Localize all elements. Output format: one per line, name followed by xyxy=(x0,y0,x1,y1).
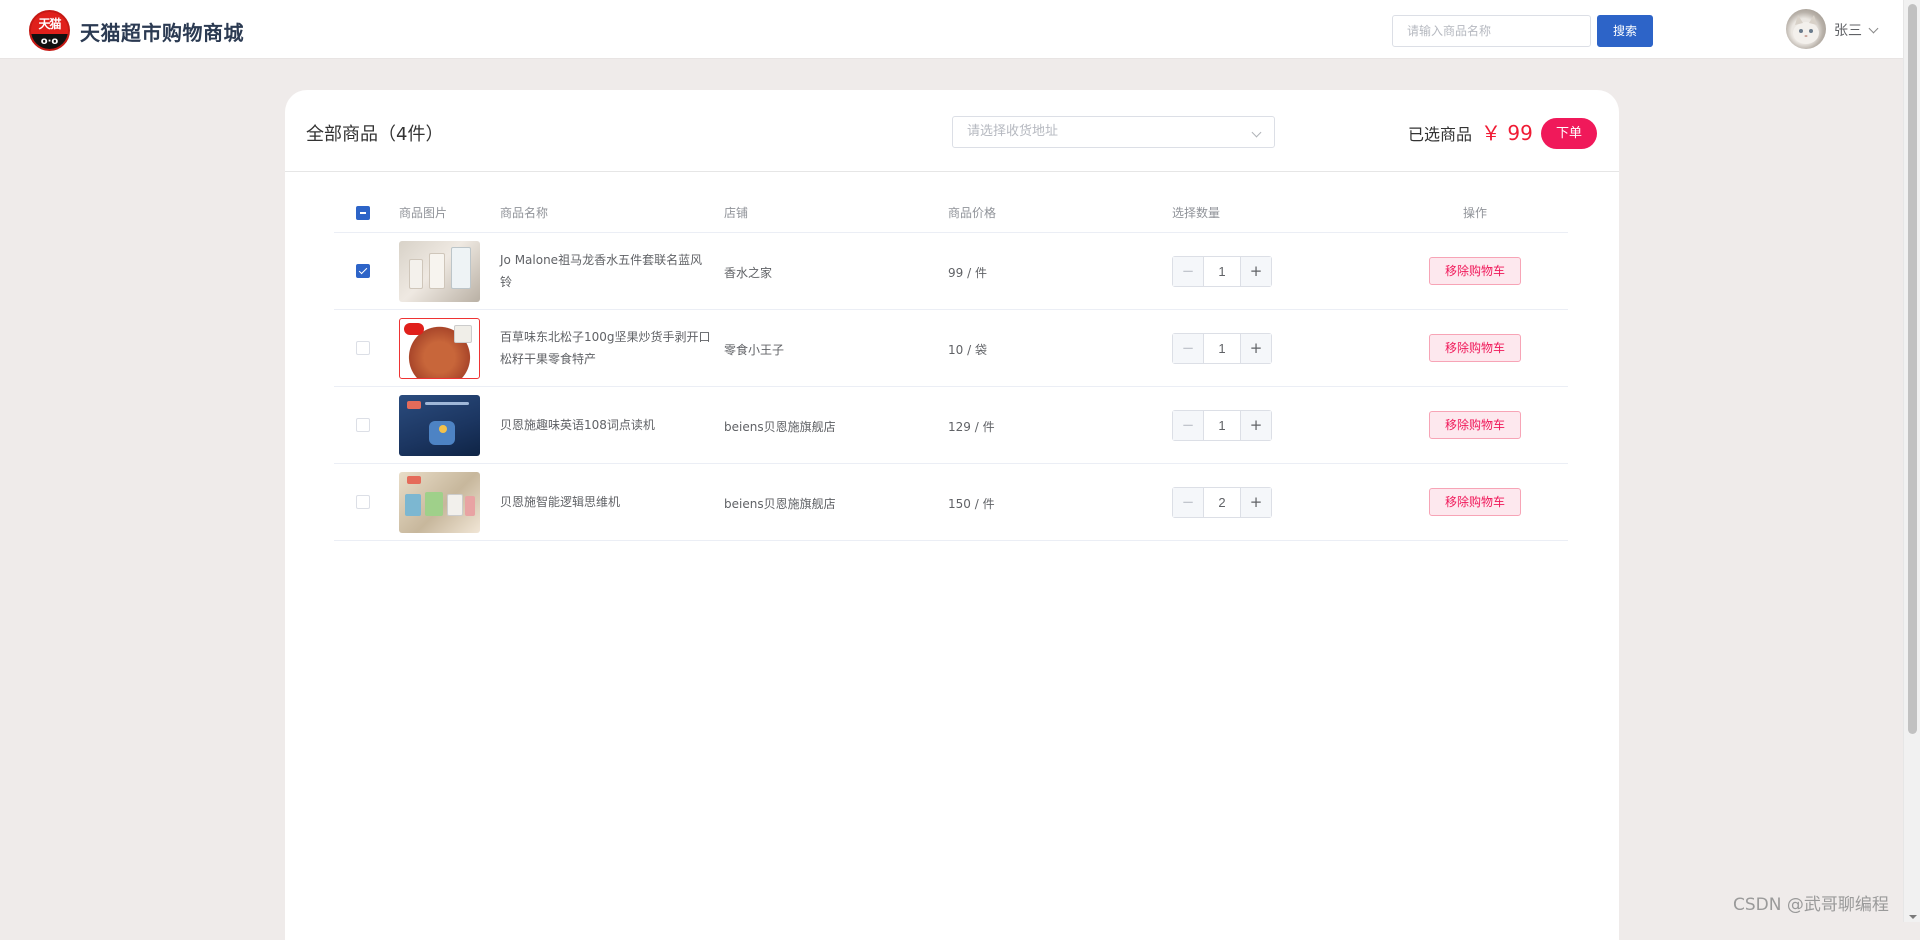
quantity-stepper: − + xyxy=(1172,487,1272,518)
tmall-logo[interactable]: 天猫 o·o xyxy=(29,10,70,51)
row-checkbox[interactable] xyxy=(356,495,370,509)
table-header: 商品图片 商品名称 店铺 商品价格 选择数量 操作 xyxy=(334,194,1568,233)
cart-table: 商品图片 商品名称 店铺 商品价格 选择数量 操作 Jo Malone祖马龙香水… xyxy=(334,194,1568,541)
table-row: Jo Malone祖马龙香水五件套联名蓝风铃 香水之家 99 / 件 − + 移… xyxy=(334,233,1568,310)
product-image[interactable] xyxy=(399,395,480,456)
address-placeholder: 请选择收货地址 xyxy=(967,124,1059,139)
cart-header: 全部商品（4件） 请选择收货地址 已选商品 ￥ 99 下单 xyxy=(285,90,1619,172)
row-checkbox[interactable] xyxy=(356,264,370,278)
quantity-input[interactable] xyxy=(1204,488,1240,517)
plus-icon[interactable]: + xyxy=(1240,334,1271,363)
shop-name: beiens贝恩施旗舰店 xyxy=(724,497,836,511)
cart-panel: 全部商品（4件） 请选择收货地址 已选商品 ￥ 99 下单 商品图片 商品名称 … xyxy=(285,90,1619,940)
col-quantity: 选择数量 xyxy=(1172,206,1221,220)
product-price: 150 / 件 xyxy=(948,497,995,511)
logo-face: o·o xyxy=(31,34,68,49)
remove-from-cart-button[interactable]: 移除购物车 xyxy=(1429,488,1521,516)
plus-icon[interactable]: + xyxy=(1240,257,1271,286)
row-checkbox[interactable] xyxy=(356,418,370,432)
product-image[interactable] xyxy=(399,318,480,379)
remove-from-cart-button[interactable]: 移除购物车 xyxy=(1429,334,1521,362)
user-menu[interactable]: 张三 xyxy=(1834,20,1879,40)
site-title[interactable]: 天猫超市购物商城 xyxy=(80,17,244,46)
shop-name: 零食小王子 xyxy=(724,343,785,357)
product-price: 99 / 件 xyxy=(948,266,987,280)
quantity-input[interactable] xyxy=(1204,411,1240,440)
plus-icon[interactable]: + xyxy=(1240,411,1271,440)
product-price: 10 / 袋 xyxy=(948,343,987,357)
chevron-down-icon xyxy=(1251,127,1262,138)
product-name: 百草味东北松子100g坚果炒货手剥开口松籽干果零食特产 xyxy=(500,330,711,366)
product-name: Jo Malone祖马龙香水五件套联名蓝风铃 xyxy=(500,253,703,289)
shop-name: 香水之家 xyxy=(724,266,773,280)
col-name: 商品名称 xyxy=(500,206,549,220)
quantity-stepper: − + xyxy=(1172,410,1272,441)
address-select[interactable]: 请选择收货地址 xyxy=(952,116,1275,148)
col-shop: 店铺 xyxy=(724,206,749,220)
product-image[interactable] xyxy=(399,241,480,302)
cat-avatar-icon xyxy=(1793,15,1819,44)
minus-icon[interactable]: − xyxy=(1173,257,1204,286)
quantity-input[interactable] xyxy=(1204,257,1240,286)
scroll-thumb[interactable] xyxy=(1908,4,1917,734)
remove-from-cart-button[interactable]: 移除购物车 xyxy=(1429,411,1521,439)
avatar[interactable] xyxy=(1786,9,1826,49)
product-image[interactable] xyxy=(399,472,480,533)
username: 张三 xyxy=(1834,23,1862,39)
quantity-stepper: − + xyxy=(1172,333,1272,364)
table-row: 贝恩施智能逻辑思维机 beiens贝恩施旗舰店 150 / 件 − + 移除购物… xyxy=(334,464,1568,541)
place-order-button[interactable]: 下单 xyxy=(1541,118,1597,149)
shop-name: beiens贝恩施旗舰店 xyxy=(724,420,836,434)
plus-icon[interactable]: + xyxy=(1240,488,1271,517)
top-nav: 天猫 o·o 天猫超市购物商城 搜索 张三 xyxy=(0,0,1903,59)
col-image: 商品图片 xyxy=(399,206,448,220)
minus-icon[interactable]: − xyxy=(1173,411,1204,440)
selected-label: 已选商品 xyxy=(1408,125,1473,144)
col-price: 商品价格 xyxy=(948,206,997,220)
selected-total-price: ￥ 99 xyxy=(1481,121,1533,145)
minus-icon[interactable]: − xyxy=(1173,488,1204,517)
quantity-input[interactable] xyxy=(1204,334,1240,363)
watermark: CSDN @武哥聊编程 xyxy=(1733,895,1889,915)
table-row: 百草味东北松子100g坚果炒货手剥开口松籽干果零食特产 零食小王子 10 / 袋… xyxy=(334,310,1568,387)
row-checkbox[interactable] xyxy=(356,341,370,355)
table-row: 贝恩施趣味英语108词点读机 beiens贝恩施旗舰店 129 / 件 − + … xyxy=(334,387,1568,464)
search-input[interactable] xyxy=(1392,15,1591,47)
product-price: 129 / 件 xyxy=(948,420,995,434)
page-scrollbar[interactable] xyxy=(1903,0,1920,922)
cart-title: 全部商品（4件） xyxy=(306,124,444,145)
search-button[interactable]: 搜索 xyxy=(1597,15,1653,47)
chevron-down-icon xyxy=(1868,23,1879,33)
minus-icon[interactable]: − xyxy=(1173,334,1204,363)
product-name: 贝恩施智能逻辑思维机 xyxy=(500,495,621,509)
remove-from-cart-button[interactable]: 移除购物车 xyxy=(1429,257,1521,285)
quantity-stepper: − + xyxy=(1172,256,1272,287)
scroll-down-arrow-icon[interactable] xyxy=(1909,915,1917,919)
col-action: 操作 xyxy=(1463,206,1488,220)
select-all-checkbox[interactable] xyxy=(356,206,370,220)
logo-text: 天猫 xyxy=(38,17,61,31)
product-name: 贝恩施趣味英语108词点读机 xyxy=(500,418,655,432)
